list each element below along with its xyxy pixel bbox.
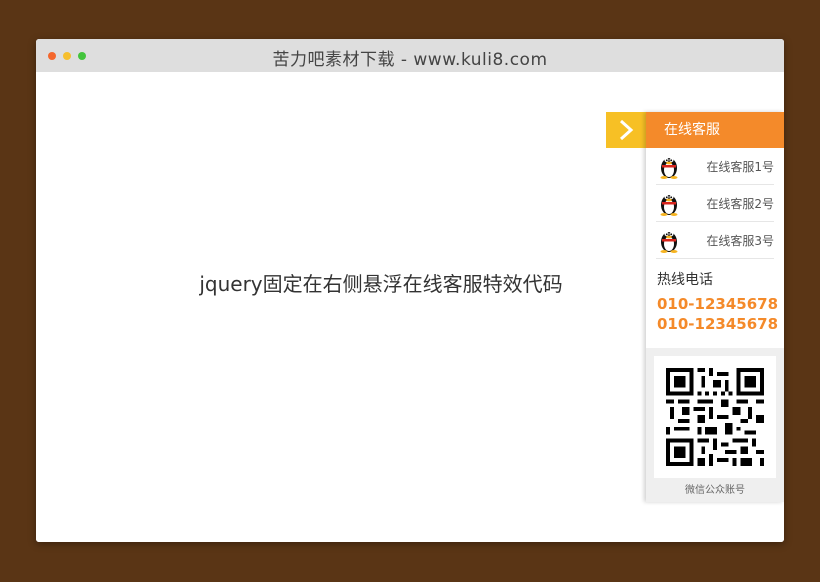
customer-service-panel: 在线客服 在线客服1号 在线客服2号 在线客服3号 热线电话 010-12345… bbox=[646, 112, 784, 502]
chevron-right-icon bbox=[619, 119, 634, 141]
agent-item-3[interactable]: 在线客服3号 bbox=[656, 222, 774, 259]
agent-item-2[interactable]: 在线客服2号 bbox=[656, 185, 774, 222]
agent-label: 在线客服3号 bbox=[706, 234, 774, 248]
hotline-title: 热线电话 bbox=[657, 272, 713, 288]
agent-item-1[interactable]: 在线客服1号 bbox=[656, 148, 774, 185]
window-title: 苦力吧素材下载 - www.kuli8.com bbox=[272, 50, 548, 70]
page-content: jquery固定在右侧悬浮在线客服特效代码 在线客服 在线客服1号 在线客服2号… bbox=[36, 72, 784, 542]
qr-code-image bbox=[654, 356, 776, 478]
panel-toggle-button[interactable] bbox=[606, 112, 646, 148]
page-heading: jquery固定在右侧悬浮在线客服特效代码 bbox=[199, 272, 563, 296]
browser-window: 苦力吧素材下载 - www.kuli8.com jquery固定在右侧悬浮在线客… bbox=[36, 39, 784, 542]
title-bar: 苦力吧素材下载 - www.kuli8.com bbox=[36, 39, 784, 72]
qr-code-icon bbox=[654, 356, 776, 478]
qr-caption: 微信公众账号 bbox=[685, 485, 745, 496]
agent-label: 在线客服2号 bbox=[706, 197, 774, 211]
panel-header: 在线客服 bbox=[646, 112, 784, 148]
qq-penguin-icon bbox=[660, 195, 678, 216]
hotline-number-1: 010-12345678 bbox=[657, 295, 779, 313]
qq-penguin-icon bbox=[660, 158, 678, 179]
agent-label: 在线客服1号 bbox=[706, 160, 774, 174]
hotline-number-2: 010-12345678 bbox=[657, 315, 779, 333]
qr-section: 微信公众账号 bbox=[646, 348, 784, 502]
qq-penguin-icon bbox=[660, 232, 678, 253]
